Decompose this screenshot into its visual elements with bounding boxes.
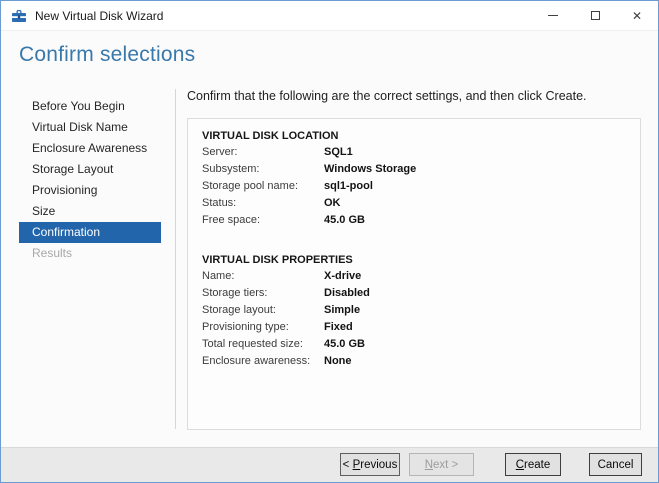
- setting-row-server: Server: SQL1: [202, 144, 630, 161]
- setting-row-provisioning-type: Provisioning type: Fixed: [202, 319, 630, 336]
- setting-label: Subsystem:: [202, 163, 260, 175]
- setting-row-subsystem: Subsystem: Windows Storage: [202, 161, 630, 178]
- sidebar-item-results: Results: [32, 246, 73, 260]
- sidebar-item-provisioning[interactable]: Provisioning: [19, 180, 161, 201]
- wizard-steps-sidebar: Before You Begin Virtual Disk Name Enclo…: [19, 96, 161, 264]
- cancel-label: Cancel: [597, 458, 634, 471]
- setting-label: Enclosure awareness:: [202, 355, 311, 367]
- previous-label-rest: revious: [360, 458, 398, 471]
- cancel-button[interactable]: Cancel: [589, 453, 642, 476]
- setting-row-name: Name: X-drive: [202, 268, 630, 285]
- setting-label: Total requested size:: [202, 338, 303, 350]
- section-title-virtual-disk-location: VIRTUAL DISK LOCATION: [202, 130, 339, 142]
- setting-label: Name:: [202, 270, 235, 282]
- setting-value: sql1-pool: [324, 180, 373, 192]
- setting-value: 45.0 GB: [324, 214, 365, 226]
- next-button: Next >: [409, 453, 474, 476]
- setting-label: Storage pool name:: [202, 180, 299, 192]
- new-virtual-disk-wizard-window: New Virtual Disk Wizard ✕ Confirm select…: [0, 0, 659, 483]
- page-title: Confirm selections: [19, 43, 196, 66]
- create-label-accel: C: [515, 458, 525, 471]
- setting-row-enclosure-awareness: Enclosure awareness: None: [202, 353, 630, 370]
- setting-value: Windows Storage: [324, 163, 417, 175]
- setting-label: Server:: [202, 146, 238, 158]
- setting-value: Simple: [324, 304, 361, 316]
- next-label-rest: ext >: [433, 458, 459, 471]
- setting-label: Storage layout:: [202, 304, 276, 316]
- setting-value: SQL1: [324, 146, 353, 158]
- previous-label-prefix: <: [342, 458, 353, 471]
- section-title-virtual-disk-properties: VIRTUAL DISK PROPERTIES: [202, 254, 353, 266]
- minimize-button[interactable]: [532, 1, 574, 31]
- window-controls: ✕: [532, 1, 658, 31]
- wizard-toolbox-icon: [12, 9, 26, 22]
- next-label-accel: N: [424, 458, 434, 471]
- instruction-text: Confirm that the following are the corre…: [187, 89, 587, 103]
- maximize-button[interactable]: [574, 1, 616, 31]
- setting-value: None: [324, 355, 352, 367]
- setting-label: Storage tiers:: [202, 287, 268, 299]
- setting-row-free-space: Free space: 45.0 GB: [202, 212, 630, 229]
- setting-value: OK: [324, 197, 341, 209]
- sidebar-item-virtual-disk-name[interactable]: Virtual Disk Name: [19, 117, 161, 138]
- sidebar-item-enclosure-awareness[interactable]: Enclosure Awareness: [19, 138, 161, 159]
- sidebar-item-before-you-begin[interactable]: Before You Begin: [19, 96, 161, 117]
- setting-row-status: Status: OK: [202, 195, 630, 212]
- sidebar-item-size[interactable]: Size: [19, 201, 161, 222]
- window-title: New Virtual Disk Wizard: [35, 8, 164, 23]
- setting-value: Disabled: [324, 287, 370, 299]
- setting-row-storage-layout: Storage layout: Simple: [202, 302, 630, 319]
- setting-row-storage-tiers: Storage tiers: Disabled: [202, 285, 630, 302]
- setting-label: Free space:: [202, 214, 261, 226]
- footer-button-bar: < Previous Next > Create Cancel: [1, 447, 658, 482]
- sidebar-content-divider: [175, 89, 176, 429]
- setting-label: Provisioning type:: [202, 321, 289, 333]
- titlebar: New Virtual Disk Wizard ✕: [1, 1, 658, 31]
- setting-row-storage-pool-name: Storage pool name: sql1-pool: [202, 178, 630, 195]
- previous-button[interactable]: < Previous: [340, 453, 400, 476]
- sidebar-item-storage-layout[interactable]: Storage Layout: [19, 159, 161, 180]
- minimize-icon: [548, 15, 558, 16]
- sidebar-item-confirmation[interactable]: Confirmation: [19, 222, 161, 243]
- create-label-rest: reate: [524, 458, 551, 471]
- close-button[interactable]: ✕: [616, 1, 658, 31]
- settings-summary-panel: VIRTUAL DISK LOCATION Server: SQL1 Subsy…: [187, 118, 641, 430]
- close-icon: ✕: [631, 8, 643, 23]
- setting-value: 45.0 GB: [324, 338, 365, 350]
- setting-value: X-drive: [324, 270, 362, 282]
- maximize-icon: [590, 11, 600, 20]
- setting-row-total-requested-size: Total requested size: 45.0 GB: [202, 336, 630, 353]
- setting-label: Status:: [202, 197, 237, 209]
- create-button[interactable]: Create: [505, 453, 561, 476]
- setting-value: Fixed: [324, 321, 353, 333]
